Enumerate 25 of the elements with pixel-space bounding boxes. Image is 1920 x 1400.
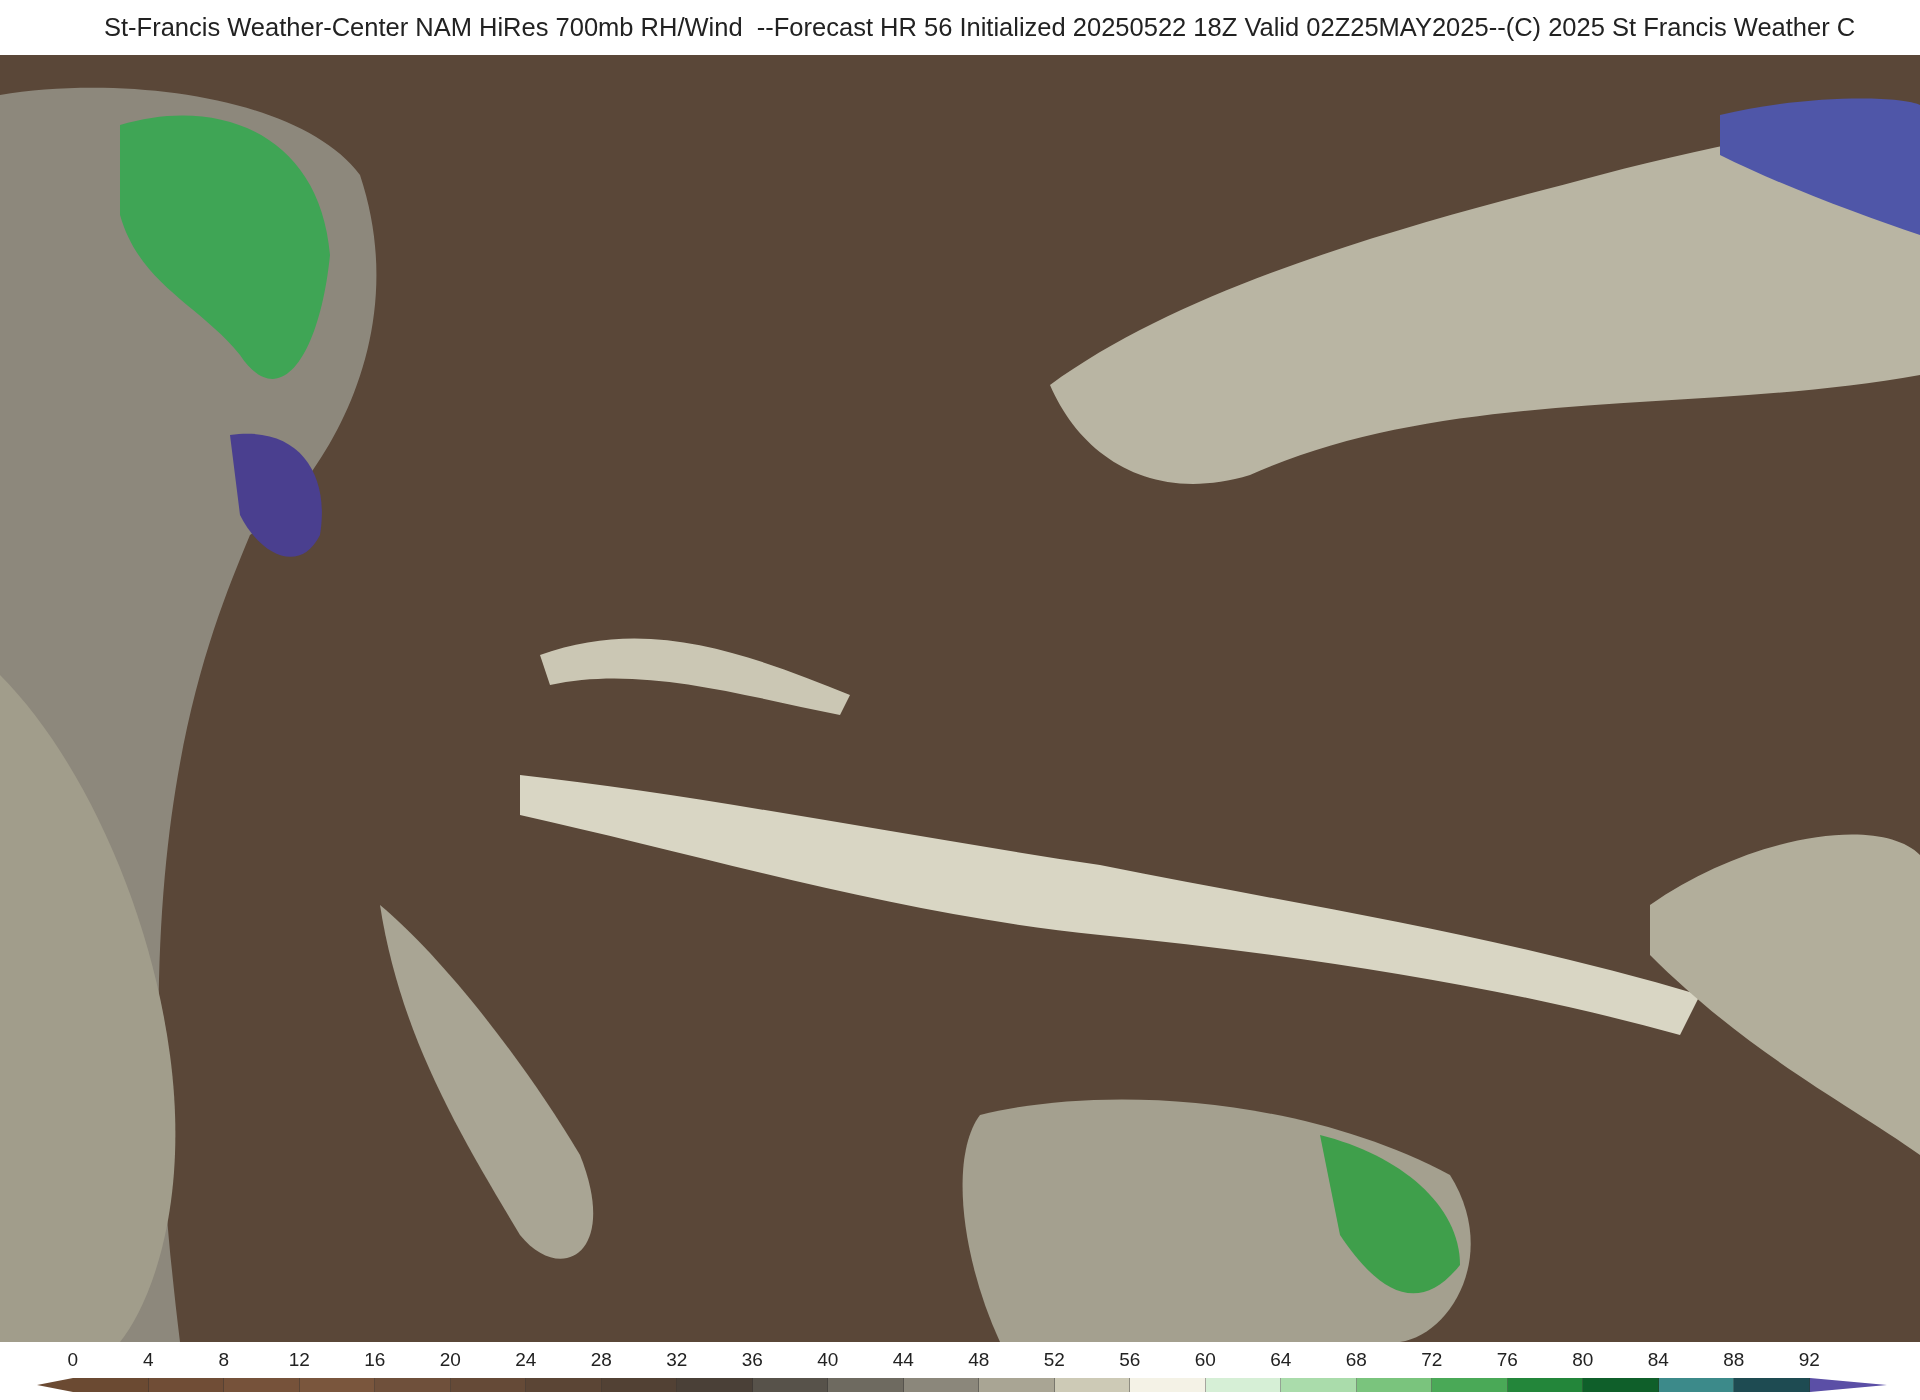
scale-label: 16 [363, 1348, 387, 1372]
scale-label: 76 [1495, 1348, 1519, 1372]
scale-label: 24 [514, 1348, 538, 1372]
scale-label: 88 [1722, 1348, 1746, 1372]
scale-label: 44 [891, 1348, 915, 1372]
scale-label: 60 [1193, 1348, 1217, 1372]
scale-label: 52 [1042, 1348, 1066, 1372]
scale-label: 4 [141, 1348, 155, 1372]
scale-label: 68 [1344, 1348, 1368, 1372]
scale-label: 32 [665, 1348, 689, 1372]
scale-label: 48 [967, 1348, 991, 1372]
map-title: St-Francis Weather-Center NAM HiRes 700mb RH/Wind --Forecast HR 56 Initialized 20250522 18Z Valid 02Z25MAY2025--(C) 2025 St Francis Weather C [104, 12, 1856, 44]
scale-label: 0 [66, 1348, 80, 1372]
scale-label: 72 [1420, 1348, 1444, 1372]
scale-label: 12 [287, 1348, 311, 1372]
scale-label: 80 [1571, 1348, 1595, 1372]
scale-label: 36 [740, 1348, 764, 1372]
scale-label: 8 [217, 1348, 231, 1372]
scale-label: 20 [438, 1348, 462, 1372]
scale-label: 64 [1269, 1348, 1293, 1372]
scale-label: 28 [589, 1348, 613, 1372]
scale-label: 92 [1797, 1348, 1821, 1372]
scale-label: 56 [1118, 1348, 1142, 1372]
scale-label: 40 [816, 1348, 840, 1372]
scale-label: 84 [1646, 1348, 1670, 1372]
